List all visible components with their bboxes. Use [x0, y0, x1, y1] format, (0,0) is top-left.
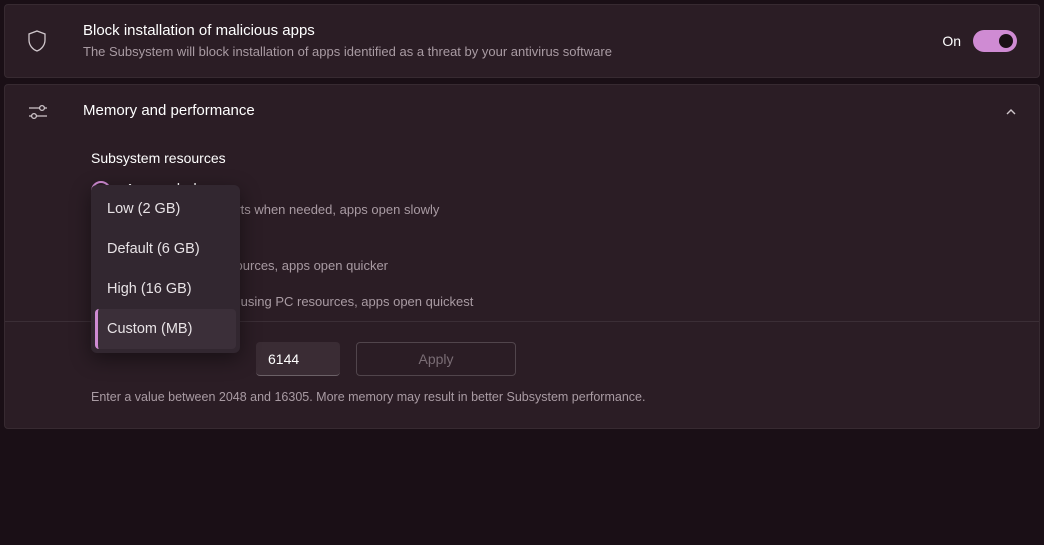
expander-chevron[interactable] — [997, 106, 1017, 118]
card-header[interactable]: Memory and performance — [5, 85, 1039, 137]
memory-helper-text: Enter a value between 2048 and 16305. Mo… — [91, 390, 1017, 404]
card-body: Subsystem resources As needed The Subsys… — [5, 138, 1039, 429]
dropdown-item-high[interactable]: High (16 GB) — [95, 269, 236, 309]
memory-preset-dropdown: Low (2 GB) Default (6 GB) High (16 GB) C… — [91, 185, 240, 353]
dropdown-item-default[interactable]: Default (6 GB) — [95, 229, 236, 269]
dropdown-item-custom[interactable]: Custom (MB) — [95, 309, 236, 349]
card-text: Memory and performance — [83, 101, 997, 121]
subsystem-resources-label: Subsystem resources — [91, 150, 1017, 166]
toggle-on-label: On — [942, 33, 961, 49]
block-apps-toggle[interactable] — [973, 30, 1017, 52]
toggle-knob — [999, 34, 1013, 48]
block-malicious-apps-card: Block installation of malicious apps The… — [4, 4, 1040, 78]
chevron-up-icon — [1005, 106, 1017, 118]
memory-allocation-row: Low (2 GB) Default (6 GB) High (16 GB) C… — [91, 342, 1017, 376]
sliders-icon — [27, 103, 63, 121]
shield-icon — [27, 30, 63, 52]
block-apps-desc: The Subsystem will block installation of… — [83, 43, 942, 61]
card-text: Block installation of malicious apps The… — [83, 21, 942, 61]
memory-performance-title: Memory and performance — [83, 101, 997, 121]
block-apps-title: Block installation of malicious apps — [83, 21, 942, 41]
memory-value-input[interactable] — [256, 342, 340, 376]
dropdown-item-low[interactable]: Low (2 GB) — [95, 189, 236, 229]
toggle-container: On — [942, 30, 1017, 52]
card-header: Block installation of malicious apps The… — [5, 5, 1039, 77]
memory-performance-card: Memory and performance Subsystem resourc… — [4, 84, 1040, 429]
apply-button[interactable]: Apply — [356, 342, 516, 376]
